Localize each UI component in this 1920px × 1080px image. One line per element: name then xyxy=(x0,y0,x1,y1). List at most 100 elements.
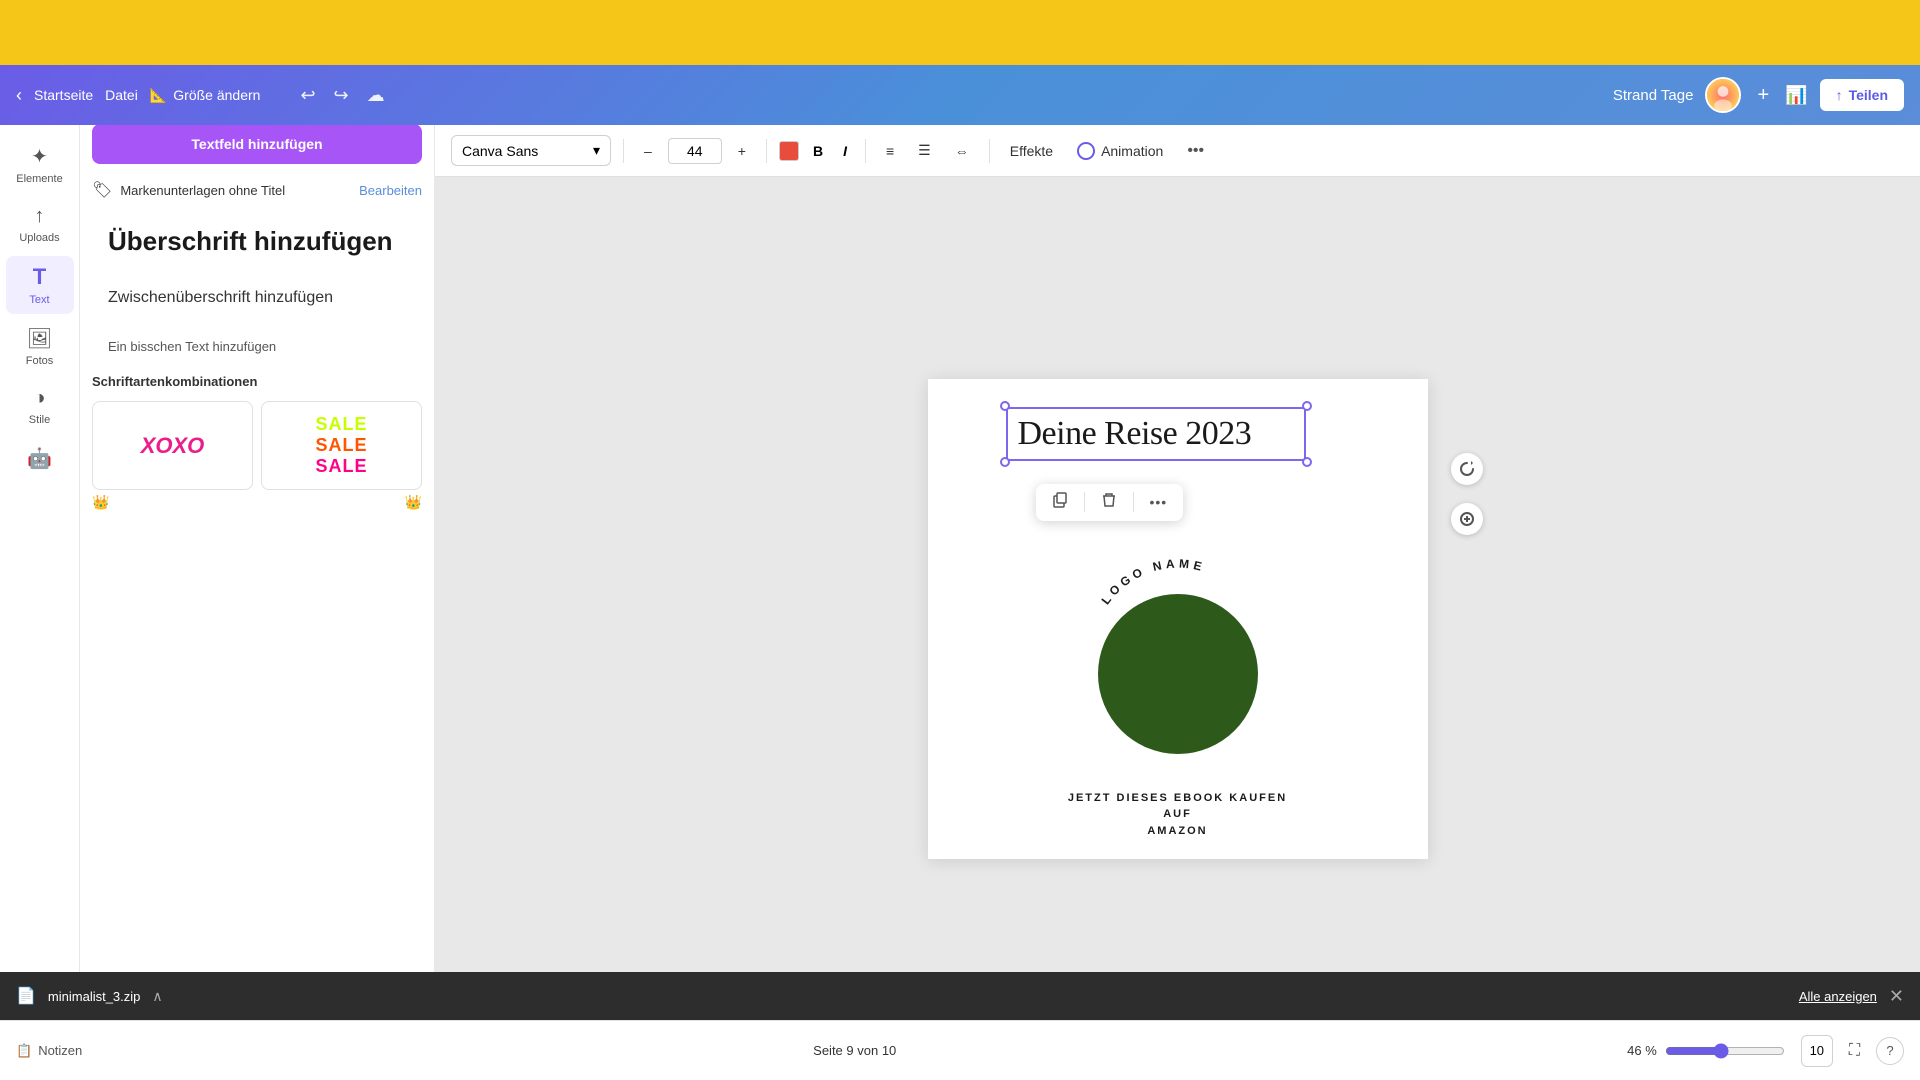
align-button[interactable]: ≡ xyxy=(878,139,902,163)
heading-style-text: Überschrift hinzufügen xyxy=(108,226,406,257)
sidebar-item-stile[interactable]: ◑ Stile xyxy=(6,379,74,434)
back-arrow-icon[interactable]: ‹ xyxy=(16,85,22,106)
selection-handle-top-right[interactable] xyxy=(1302,401,1312,411)
selected-text-element[interactable]: Deine Reise 2023 xyxy=(1006,407,1306,461)
crown-icon-right: 👑 xyxy=(405,494,422,511)
canvas-area: Deine Reise 2023 ••• xyxy=(435,177,1920,1020)
body-style-item[interactable]: Ein bisschen Text hinzufügen xyxy=(92,327,422,366)
notes-label: Notizen xyxy=(38,1043,82,1058)
bold-button[interactable]: B xyxy=(807,139,829,163)
size-emoji: 📐 xyxy=(150,87,167,104)
home-link[interactable]: Startseite xyxy=(34,87,93,103)
list-icon: ☰ xyxy=(918,142,931,159)
download-view-all-button[interactable]: Alle anzeigen xyxy=(1799,989,1877,1004)
cloud-save-button[interactable]: ☁ xyxy=(363,81,389,110)
svg-text:LOGO NAME: LOGO NAME xyxy=(1098,556,1207,607)
heading-style-item[interactable]: Überschrift hinzufügen xyxy=(92,214,422,269)
list-button[interactable]: ☰ xyxy=(910,138,939,163)
toolbar: Canva Sans ▾ – 44 + B I ≡ ☰ ⇔ Effekte An… xyxy=(435,125,1920,177)
page-info: Seite 9 von 10 xyxy=(813,1043,896,1058)
document-title: Strand Tage xyxy=(1613,87,1694,104)
font-family-select[interactable]: Canva Sans ▾ xyxy=(451,135,611,166)
logo-section: LOGO NAME JETZT DIESES EBOOK KAUFEN AUF … xyxy=(1053,574,1303,840)
brand-icon: 🏷 xyxy=(92,180,112,200)
file-menu[interactable]: Datei xyxy=(105,87,138,103)
elemente-icon: ✦ xyxy=(31,144,48,169)
user-avatar[interactable] xyxy=(1705,77,1741,113)
sidebar-item-ai[interactable]: 🤖 xyxy=(6,438,74,479)
size-change-btn[interactable]: 📐 Größe ändern xyxy=(150,87,261,104)
toolbar-separator-1 xyxy=(623,139,624,163)
resize-text-icon: ⇔ xyxy=(955,143,969,159)
zoom-percentage: 46 % xyxy=(1627,1043,1657,1058)
brand-label: Markenunterlagen ohne Titel xyxy=(120,183,285,198)
body-style-text: Ein bisschen Text hinzufügen xyxy=(108,339,406,354)
sale-text-2: SALE xyxy=(315,435,367,456)
uploads-icon: ↑ xyxy=(35,205,45,228)
selection-handle-bottom-right[interactable] xyxy=(1302,457,1312,467)
brand-edit-button[interactable]: Bearbeiten xyxy=(359,183,422,198)
font-size-increase-button[interactable]: + xyxy=(730,139,754,163)
left-panel: 🔍 Textfeld hinzufügen 🏷 Markenunterlagen… xyxy=(80,65,435,1020)
logo-arc-container: LOGO NAME xyxy=(1078,574,1278,774)
float-more-button[interactable]: ••• xyxy=(1144,492,1174,512)
sidebar-item-text[interactable]: T Text xyxy=(6,256,74,314)
resize-text-button[interactable]: ⇔ xyxy=(947,139,977,163)
download-bar: 📄 minimalist_3.zip ∧ Alle anzeigen ✕ xyxy=(0,972,1920,1020)
help-button[interactable]: ? xyxy=(1876,1037,1904,1065)
ebook-line1: JETZT DIESES EBOOK KAUFEN AUF xyxy=(1053,790,1303,823)
font-combo-xoxo[interactable]: XOXO xyxy=(92,401,253,490)
zoom-right-handle[interactable] xyxy=(1451,503,1483,535)
header-nav: ‹ Startseite Datei 📐 Größe ändern xyxy=(16,85,260,106)
add-collaborator-button[interactable]: + xyxy=(1753,80,1773,111)
fullscreen-button[interactable]: ⛶ xyxy=(1849,1042,1860,1060)
logo-arc-svg: LOGO NAME xyxy=(1078,554,1278,634)
add-textfield-button[interactable]: Textfeld hinzufügen xyxy=(92,124,422,164)
bg-yellow-top xyxy=(0,0,1920,65)
notes-icon: 📋 xyxy=(16,1043,32,1059)
float-copy-button[interactable] xyxy=(1046,490,1074,515)
sidebar-label-fotos: Fotos xyxy=(26,355,54,367)
ebook-text: JETZT DIESES EBOOK KAUFEN AUF AMAZON xyxy=(1053,790,1303,840)
effekte-button[interactable]: Effekte xyxy=(1002,139,1061,163)
subheading-style-item[interactable]: Zwischenüberschrift hinzufügen xyxy=(92,277,422,319)
undo-button[interactable]: ↩ xyxy=(296,81,319,110)
share-button[interactable]: ↑ Teilen xyxy=(1820,79,1904,111)
fullscreen-icon: ⛶ xyxy=(1849,1042,1860,1059)
download-file-icon: 📄 xyxy=(16,986,36,1006)
float-delete-button[interactable] xyxy=(1095,490,1123,515)
sale-stack: SALE SALE SALE xyxy=(315,414,367,477)
stile-icon: ◑ xyxy=(33,387,45,410)
sidebar-label-stile: Stile xyxy=(29,414,50,426)
toolbar-separator-3 xyxy=(865,139,866,163)
sidebar-item-fotos[interactable]: 🖼 Fotos xyxy=(6,318,74,375)
redo-button[interactable]: ↪ xyxy=(330,81,353,110)
selected-text-box[interactable]: Deine Reise 2023 xyxy=(1006,407,1306,461)
download-expand-button[interactable]: ∧ xyxy=(152,988,162,1005)
animation-button[interactable]: Animation xyxy=(1069,138,1171,164)
font-size-decrease-button[interactable]: – xyxy=(636,139,660,163)
download-filename: minimalist_3.zip xyxy=(48,989,140,1004)
sidebar-item-elemente[interactable]: ✦ Elemente xyxy=(6,136,74,193)
crown-icon-left: 👑 xyxy=(92,494,109,511)
analytics-button[interactable]: 📊 xyxy=(1785,85,1807,106)
collapse-panel-button[interactable]: ‹ xyxy=(434,527,435,559)
xoxo-text: XOXO xyxy=(141,433,205,459)
sidebar-item-uploads[interactable]: ↑ Uploads xyxy=(6,197,74,252)
font-combos-title: Schriftartenkombinationen xyxy=(92,374,422,389)
selection-handle-bottom-left[interactable] xyxy=(1000,457,1010,467)
font-size-input[interactable]: 44 xyxy=(668,138,722,164)
rotate-right-handle[interactable] xyxy=(1451,453,1483,485)
canvas: Deine Reise 2023 ••• xyxy=(928,379,1428,859)
font-combo-sale[interactable]: SALE SALE SALE xyxy=(261,401,422,490)
notes-button[interactable]: 📋 Notizen xyxy=(16,1043,82,1059)
page-num-box[interactable]: 10 xyxy=(1801,1035,1833,1067)
more-options-button[interactable]: ••• xyxy=(1179,138,1212,164)
text-color-picker[interactable] xyxy=(779,141,799,161)
font-family-chevron: ▾ xyxy=(593,142,600,159)
download-close-button[interactable]: ✕ xyxy=(1889,986,1904,1007)
zoom-slider[interactable] xyxy=(1665,1043,1785,1059)
subheading-style-text: Zwischenüberschrift hinzufügen xyxy=(108,289,406,307)
italic-button[interactable]: I xyxy=(837,139,853,163)
selection-handle-top-left[interactable] xyxy=(1000,401,1010,411)
